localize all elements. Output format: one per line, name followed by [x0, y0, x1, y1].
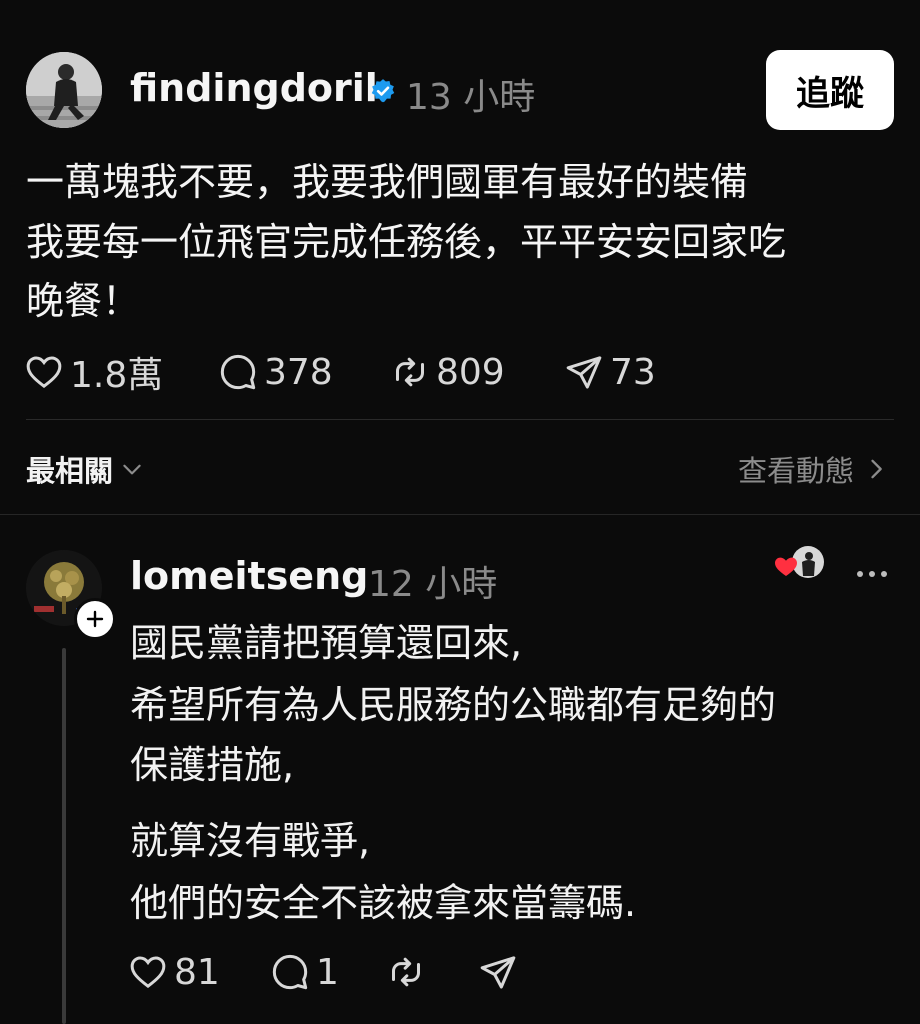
chevron-down-icon — [123, 464, 141, 475]
comment-text-line-1: 國民黨請把預算還回來, — [130, 621, 523, 665]
comment-text-line-2: 希望所有為人民服務的公職都有足夠的 — [130, 683, 777, 727]
post-text-line-2: 我要每一位飛官完成任務後，平平安安回家吃 — [26, 220, 787, 264]
comment-button[interactable]: 378 — [218, 350, 333, 394]
follow-button[interactable]: 追蹤 — [766, 50, 894, 130]
comment-bubble-icon — [272, 954, 308, 990]
post-username[interactable]: findingdoril — [130, 66, 378, 110]
repost-button[interactable]: 809 — [390, 350, 505, 394]
like-count: 1.8萬 — [70, 355, 164, 396]
comment-text-line-5: 他們的安全不該被拿來當籌碼. — [130, 881, 637, 925]
chevron-right-icon — [871, 459, 882, 479]
comment-reply-count: 1 — [316, 951, 339, 993]
like-button[interactable]: 1.8萬 — [24, 350, 163, 396]
send-icon — [566, 356, 602, 389]
sort-bar-divider — [0, 514, 920, 515]
more-options-button[interactable] — [852, 562, 892, 586]
comment-text-line-4: 就算沒有戰爭, — [130, 819, 371, 863]
post-text-line-3: 晚餐！ — [26, 279, 141, 323]
follow-plus-button[interactable] — [74, 598, 116, 640]
send-icon — [480, 956, 516, 989]
comment-repost-button[interactable] — [386, 950, 432, 994]
repost-icon — [392, 957, 420, 987]
comment-reply-button[interactable]: 1 — [270, 950, 339, 994]
comment-bubble-icon — [220, 354, 256, 390]
view-activity-link[interactable]: 查看動態 — [738, 448, 890, 490]
avatar-photo — [26, 52, 102, 128]
repost-icon — [396, 357, 424, 387]
verified-badge-icon — [370, 78, 396, 104]
post-divider — [26, 419, 894, 420]
sort-label: 最相關 — [26, 454, 114, 488]
view-activity-label: 查看動態 — [737, 454, 854, 488]
heart-icon — [130, 956, 166, 989]
thread-line — [62, 648, 66, 1024]
comment-like-count: 81 — [174, 951, 220, 993]
post-author-avatar[interactable] — [26, 52, 102, 128]
share-count: 73 — [610, 351, 656, 393]
share-button[interactable]: 73 — [564, 350, 656, 394]
comment-text-line-3: 保護措施, — [130, 743, 295, 787]
comment-share-button[interactable] — [478, 950, 524, 994]
heart-icon — [26, 356, 62, 389]
liked-by-author-icon — [775, 546, 824, 578]
comment-username[interactable]: lomeitseng — [130, 554, 368, 598]
repost-count: 809 — [436, 351, 505, 393]
plus-icon — [86, 610, 104, 628]
sort-dropdown[interactable]: 最相關 — [26, 448, 145, 490]
author-liked-indicator — [774, 546, 826, 582]
comment-time: 12 小時 — [368, 564, 498, 605]
more-dots-icon — [857, 571, 887, 577]
post-time: 13 小時 — [406, 77, 536, 118]
post-text-line-1: 一萬塊我不要，我要我們國軍有最好的裝備 — [26, 160, 749, 204]
comment-like-button[interactable]: 81 — [128, 950, 220, 994]
comment-count: 378 — [264, 351, 333, 393]
